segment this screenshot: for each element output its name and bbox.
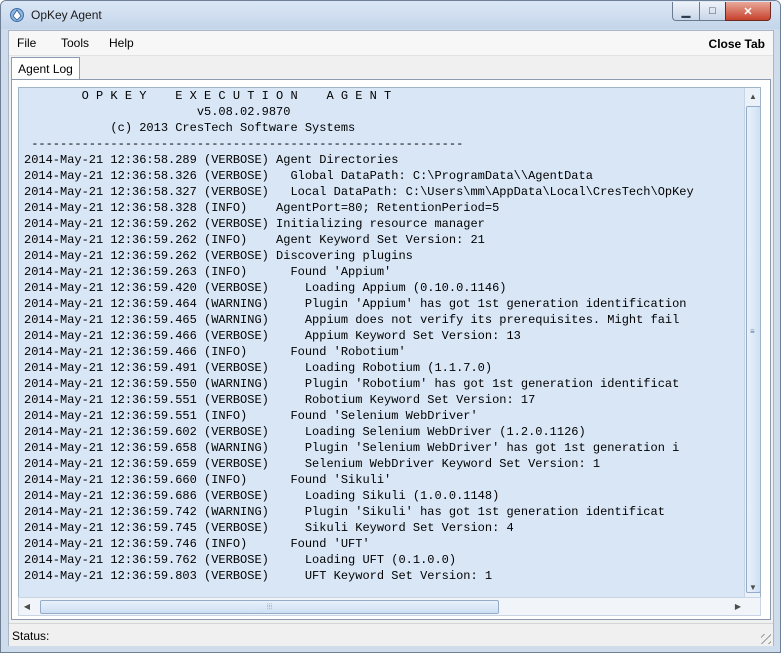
client-area: File Tools Help Close Tab Agent Log O P … — [8, 30, 774, 646]
log-line: 2014-May-21 12:36:59.746 (INFO) Found 'U… — [24, 537, 370, 551]
log-line: 2014-May-21 12:36:59.262 (VERBOSE) Disco… — [24, 249, 413, 263]
vertical-scroll-thumb[interactable]: ≡ — [746, 106, 760, 593]
maximize-button[interactable]: □ — [699, 2, 726, 21]
log-text: O P K E Y E X E C U T I O N A G E N T v5… — [24, 88, 694, 584]
scroll-left-arrow-icon[interactable]: ◀ — [20, 599, 34, 614]
menu-tools[interactable]: Tools — [61, 36, 89, 50]
log-line: 2014-May-21 12:36:58.328 (INFO) AgentPor… — [24, 201, 500, 215]
log-line: v5.08.02.9870 — [196, 105, 291, 119]
agent-log-textbox[interactable]: O P K E Y E X E C U T I O N A G E N T v5… — [18, 87, 761, 598]
log-line: 2014-May-21 12:36:59.660 (INFO) Found 'S… — [24, 473, 392, 487]
menu-help[interactable]: Help — [109, 36, 134, 50]
log-line: 2014-May-21 12:36:59.550 (WARNING) Plugi… — [24, 377, 680, 391]
log-line: 2014-May-21 12:36:59.491 (VERBOSE) Loadi… — [24, 361, 493, 375]
menu-bar: File Tools Help Close Tab — [9, 31, 773, 56]
log-line: 2014-May-21 12:36:59.466 (VERBOSE) Appiu… — [24, 329, 521, 343]
vertical-scrollbar[interactable]: ▲ ≡ ▼ — [744, 88, 760, 597]
log-line: 2014-May-21 12:36:59.745 (VERBOSE) Sikul… — [24, 521, 514, 535]
log-line: (c) 2013 CresTech Software Systems — [110, 121, 356, 135]
scroll-right-arrow-icon[interactable]: ▶ — [731, 599, 745, 614]
log-line: 2014-May-21 12:36:59.262 (VERBOSE) Initi… — [24, 217, 485, 231]
scroll-down-arrow-icon[interactable]: ▼ — [746, 580, 760, 595]
window-title: OpKey Agent — [31, 8, 102, 22]
resize-grip-icon[interactable] — [761, 634, 771, 644]
log-line: O P K E Y E X E C U T I O N A G E N T — [81, 89, 392, 103]
log-line: 2014-May-21 12:36:59.551 (INFO) Found 'S… — [24, 409, 478, 423]
log-line: 2014-May-21 12:36:59.465 (WARNING) Appiu… — [24, 313, 680, 327]
app-window: OpKey Agent ▁ □ ✕ File Tools Help Close … — [0, 0, 781, 653]
log-line: 2014-May-21 12:36:59.686 (VERBOSE) Loadi… — [24, 489, 500, 503]
minimize-button[interactable]: ▁ — [672, 2, 700, 21]
log-line: 2014-May-21 12:36:59.466 (INFO) Found 'R… — [24, 345, 406, 359]
log-line: ----------------------------------------… — [31, 137, 464, 151]
status-bar: Status: — [9, 623, 773, 646]
log-line: 2014-May-21 12:36:59.464 (WARNING) Plugi… — [24, 297, 687, 311]
log-line: 2014-May-21 12:36:59.742 (WARNING) Plugi… — [24, 505, 665, 519]
log-line: 2014-May-21 12:36:59.263 (INFO) Found 'A… — [24, 265, 392, 279]
opkey-logo-icon — [10, 8, 24, 22]
agent-log-panel: O P K E Y E X E C U T I O N A G E N T v5… — [11, 79, 771, 620]
horizontal-scrollbar[interactable]: ◀ ⦙⦙⦙ ▶ — [18, 597, 761, 616]
log-line: 2014-May-21 12:36:59.262 (INFO) Agent Ke… — [24, 233, 485, 247]
log-line: 2014-May-21 12:36:59.551 (VERBOSE) Robot… — [24, 393, 536, 407]
scroll-up-arrow-icon[interactable]: ▲ — [746, 89, 760, 104]
log-line: 2014-May-21 12:36:58.326 (VERBOSE) Globa… — [24, 169, 593, 183]
close-tab-button[interactable]: Close Tab — [709, 37, 765, 51]
horizontal-scroll-thumb[interactable]: ⦙⦙⦙ — [40, 600, 499, 614]
title-bar[interactable]: OpKey Agent ▁ □ ✕ — [1, 1, 780, 29]
log-line: 2014-May-21 12:36:59.659 (VERBOSE) Selen… — [24, 457, 601, 471]
log-line: 2014-May-21 12:36:58.327 (VERBOSE) Local… — [24, 185, 694, 199]
log-line: 2014-May-21 12:36:59.762 (VERBOSE) Loadi… — [24, 553, 457, 567]
tab-strip: Agent Log — [9, 56, 773, 80]
grip-icon: ≡ — [750, 327, 755, 336]
log-line: 2014-May-21 12:36:59.420 (VERBOSE) Loadi… — [24, 281, 507, 295]
log-line: 2014-May-21 12:36:58.289 (VERBOSE) Agent… — [24, 153, 399, 167]
status-label: Status: — [12, 629, 50, 643]
close-window-button[interactable]: ✕ — [725, 2, 771, 21]
menu-file[interactable]: File — [17, 36, 36, 50]
log-line: 2014-May-21 12:36:59.658 (WARNING) Plugi… — [24, 441, 680, 455]
log-line: 2014-May-21 12:36:59.602 (VERBOSE) Loadi… — [24, 425, 586, 439]
log-line: 2014-May-21 12:36:59.803 (VERBOSE) UFT K… — [24, 569, 493, 583]
tab-agent-log[interactable]: Agent Log — [11, 57, 80, 80]
